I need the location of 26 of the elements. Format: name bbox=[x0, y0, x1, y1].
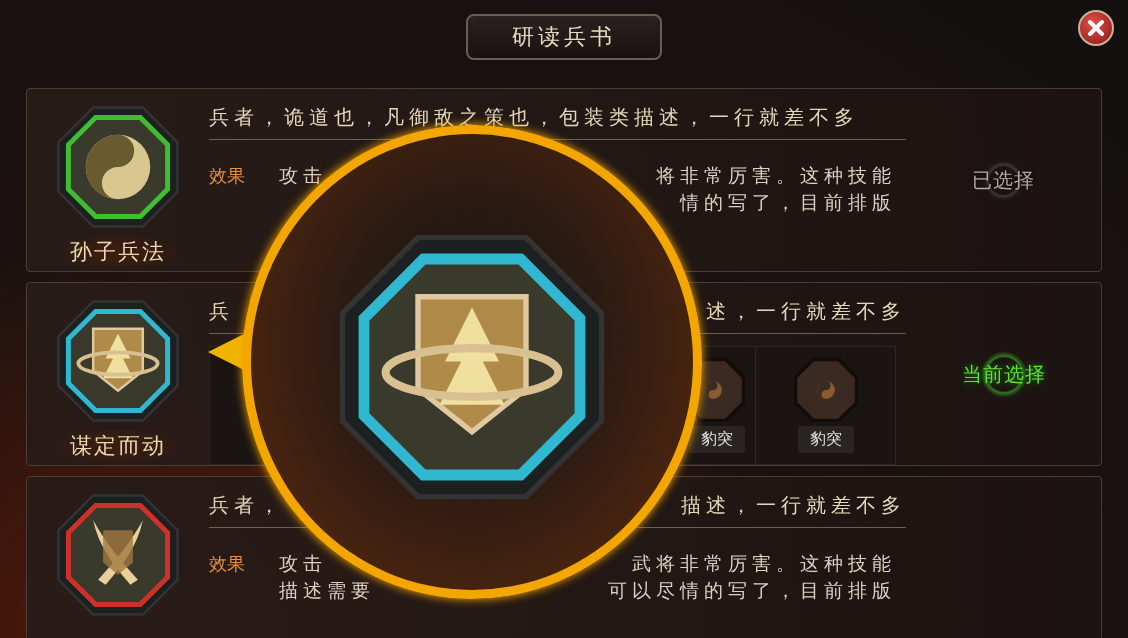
close-icon bbox=[1087, 19, 1105, 37]
book-description: 述，一行就差不多 bbox=[706, 299, 906, 323]
effect-text: 攻击 bbox=[279, 551, 327, 576]
book-name: 谋定而动 bbox=[60, 429, 176, 463]
window-title: 研读兵书 bbox=[466, 14, 662, 60]
book-name: 孙子兵法 bbox=[60, 235, 176, 269]
effect-label: 效果 bbox=[209, 552, 246, 576]
effect-text: 描述需要 bbox=[279, 578, 375, 603]
book-description: 兵者，诡道也，凡御敌之策也，包装类描述，一行就差不多 bbox=[209, 105, 859, 129]
yin-yang-icon bbox=[56, 105, 180, 229]
book-description: 兵 bbox=[209, 299, 234, 323]
effect-label: 效果 bbox=[209, 164, 246, 188]
close-button[interactable] bbox=[1078, 10, 1114, 46]
effect-text: 将非常厉害。这种技能 bbox=[656, 163, 896, 188]
shield-arrow-icon bbox=[337, 232, 607, 502]
slot-name: 豹突 bbox=[689, 426, 745, 453]
book-description: 兵者， bbox=[209, 493, 284, 517]
pointer-arrow-icon bbox=[208, 332, 244, 372]
effect-text: 攻击 bbox=[279, 163, 327, 188]
effect-text: 可以尽情的写了，目前排版 bbox=[608, 578, 896, 603]
book-description: 描述，一行就差不多 bbox=[681, 493, 906, 517]
effect-text: 情的写了，目前排版 bbox=[680, 190, 896, 215]
slot-name: 豹突 bbox=[797, 426, 854, 453]
effect-text: 武将非常厉害。这种技能 bbox=[632, 551, 896, 576]
shield-arrow-icon bbox=[56, 299, 180, 423]
crossed-blades-icon bbox=[56, 493, 180, 617]
